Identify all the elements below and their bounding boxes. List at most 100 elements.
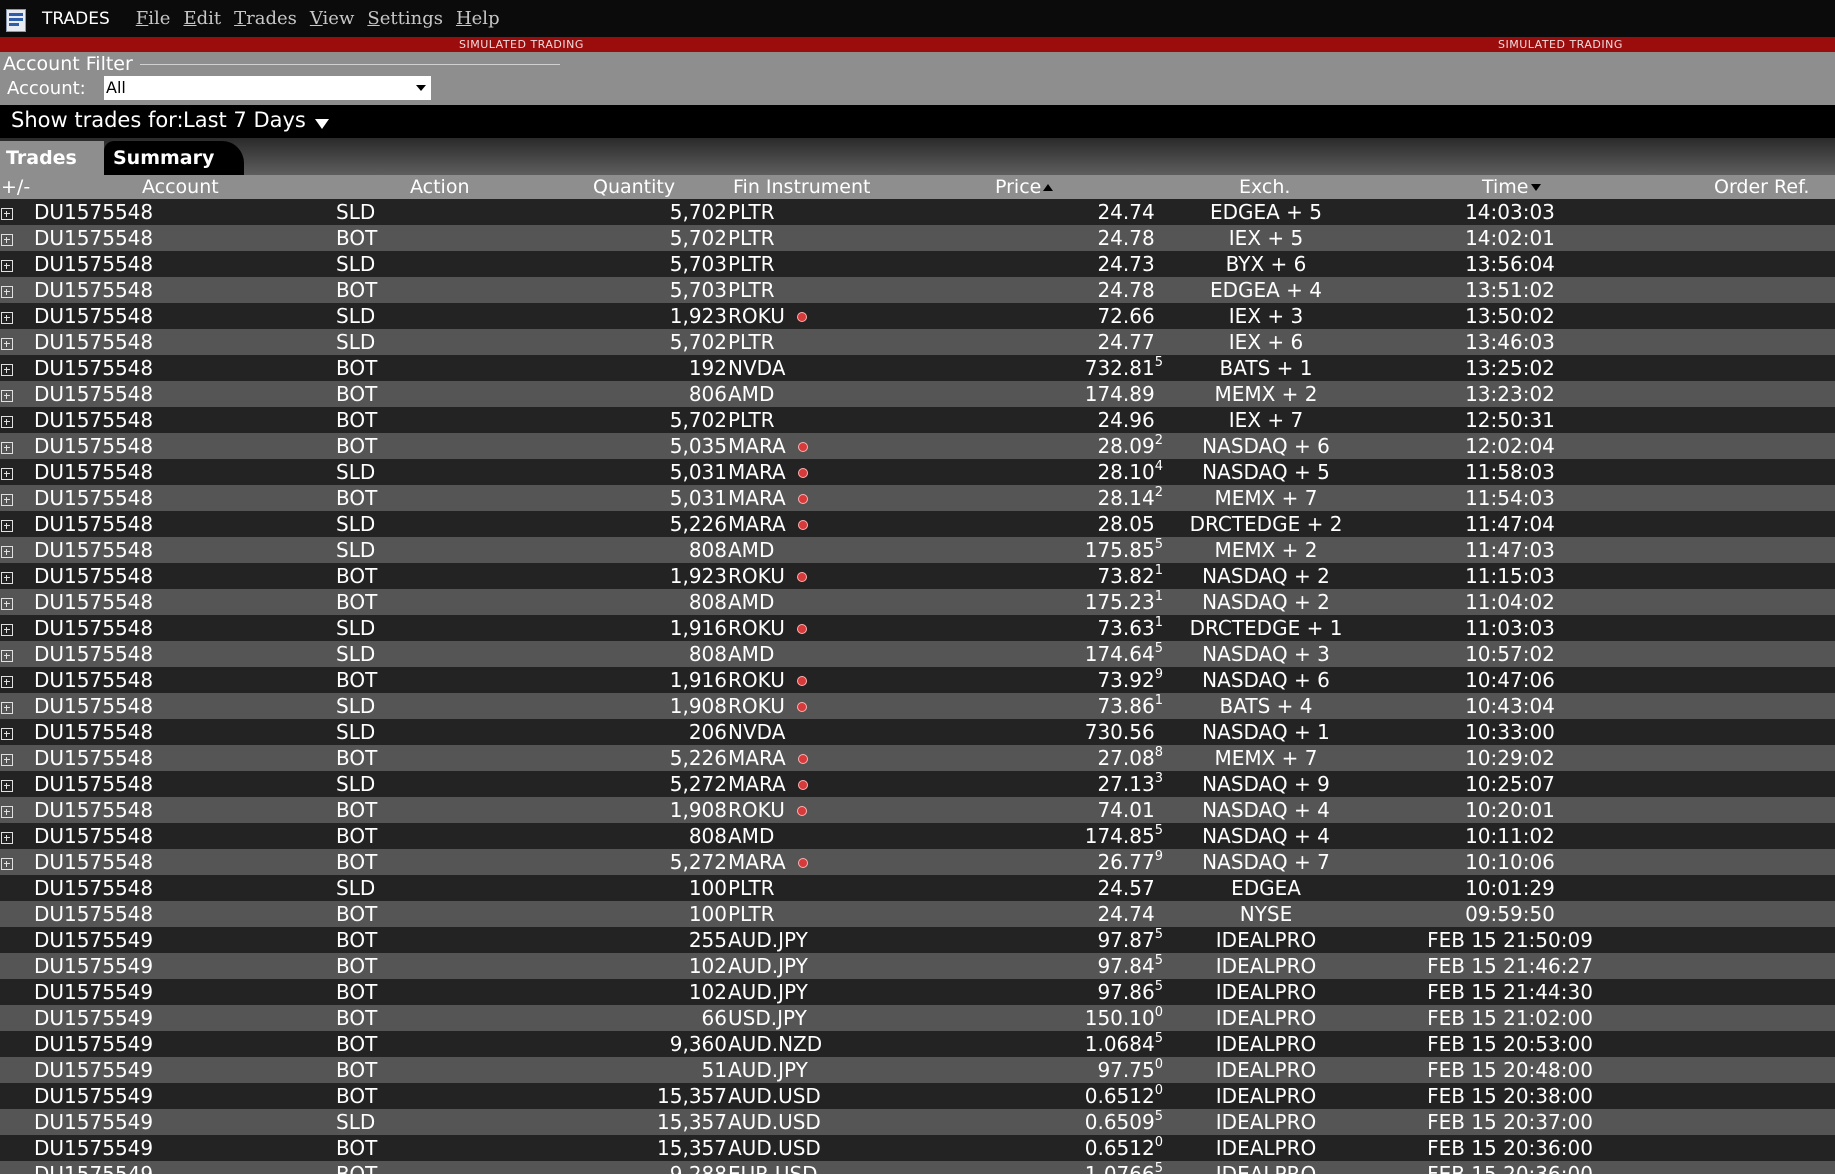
expand-plus-icon[interactable]	[1, 494, 13, 506]
expand-cell[interactable]	[1, 745, 15, 771]
expand-plus-icon[interactable]	[1, 806, 13, 818]
menu-help[interactable]: Help	[456, 8, 500, 29]
menu-settings[interactable]: Settings	[367, 8, 443, 29]
table-row[interactable]: DU1575549 SLD 15,357 AUD.USD 0.65095 IDEALPRO…	[0, 1109, 1835, 1135]
column-price[interactable]: Price	[995, 175, 1054, 199]
expand-cell[interactable]	[1, 537, 15, 563]
table-row[interactable]: DU1575548 SLD 100PLTR 24.570 EDGEA 10:01:29	[0, 875, 1835, 901]
expand-cell[interactable]	[1, 771, 15, 797]
expand-plus-icon[interactable]	[1, 468, 13, 480]
expand-plus-icon[interactable]	[1, 442, 13, 454]
expand-plus-icon[interactable]	[1, 780, 13, 792]
tab-summary[interactable]: Summary	[104, 141, 244, 175]
table-row[interactable]: DU1575548 BOT 5,703PLTR 24.780 EDGEA + 4 13:5…	[0, 277, 1835, 303]
expand-cell[interactable]	[1, 849, 15, 875]
expand-cell[interactable]	[1, 797, 15, 823]
column-exchange[interactable]: Exch.	[1239, 175, 1290, 199]
expand-plus-icon[interactable]	[1, 650, 13, 662]
table-row[interactable]: DU1575549 BOT 51 AUD.JPY 97.750 IDEALPRO FEB 1…	[0, 1057, 1835, 1083]
expand-plus-icon[interactable]	[1, 754, 13, 766]
table-row[interactable]: DU1575548 SLD 1,916 ROKU 73.631 DRCTEDGE + 1 1…	[0, 615, 1835, 641]
table-row[interactable]: DU1575548 BOT 5,031 MARA 28.142 MEMX + 7 11:54…	[0, 485, 1835, 511]
tab-trades[interactable]: Trades	[0, 141, 104, 175]
expand-cell[interactable]	[1, 823, 15, 849]
expand-cell[interactable]	[1, 667, 15, 693]
column-quantity[interactable]: Quantity	[593, 175, 675, 199]
table-row[interactable]: DU1575548 BOT 1,908ROKU 74.010 NASDAQ + 4 10:…	[0, 797, 1835, 823]
table-row[interactable]: DU1575549 BOT 102 AUD.JPY 97.865 IDEALPRO FEB …	[0, 979, 1835, 1005]
expand-plus-icon[interactable]	[1, 208, 13, 220]
expand-plus-icon[interactable]	[1, 260, 13, 272]
table-row[interactable]: DU1575548 SLD 5,703PLTR 24.730 BYX + 6 13:56:…	[0, 251, 1835, 277]
expand-plus-icon[interactable]	[1, 338, 13, 350]
account-select[interactable]: All	[104, 76, 431, 100]
expand-cell[interactable]	[1, 407, 15, 433]
table-row[interactable]: DU1575548 SLD 808 AMD 174.645 NASDAQ + 3 10:57…	[0, 641, 1835, 667]
expand-cell[interactable]	[1, 641, 15, 667]
table-row[interactable]: DU1575548 BOT 5,702PLTR 24.960 IEX + 7 12:50:…	[0, 407, 1835, 433]
table-row[interactable]: DU1575549 BOT 9,360 AUD.NZD 1.06845 IDEALPRO F…	[0, 1031, 1835, 1057]
column-time[interactable]: Time	[1482, 175, 1541, 199]
column-fin-instrument[interactable]: Fin Instrument	[733, 175, 870, 199]
table-row[interactable]: DU1575548 BOT 5,226 MARA 27.088 MEMX + 7 10:29…	[0, 745, 1835, 771]
expand-plus-icon[interactable]	[1, 858, 13, 870]
expand-plus-icon[interactable]	[1, 572, 13, 584]
table-row[interactable]: DU1575548 BOT 5,702PLTR 24.780 IEX + 5 14:02:…	[0, 225, 1835, 251]
table-row[interactable]: DU1575549 BOT 102 AUD.JPY 97.845 IDEALPRO FEB …	[0, 953, 1835, 979]
table-row[interactable]: DU1575548 BOT 192 NVDA 732.815 BATS + 1 13:25:…	[0, 355, 1835, 381]
table-row[interactable]: DU1575548 SLD 808 AMD 175.855 MEMX + 2 11:47:0…	[0, 537, 1835, 563]
expand-cell[interactable]	[1, 433, 15, 459]
table-row[interactable]: DU1575548 BOT 1,923 ROKU 73.821 NASDAQ + 2 11:…	[0, 563, 1835, 589]
expand-plus-icon[interactable]	[1, 702, 13, 714]
expand-cell[interactable]	[1, 329, 15, 355]
table-row[interactable]: DU1575549 BOT 15,357 AUD.USD 0.65120 IDEALPRO…	[0, 1083, 1835, 1109]
expand-cell[interactable]	[1, 251, 15, 277]
table-row[interactable]: DU1575548 BOT 1,916 ROKU 73.929 NASDAQ + 6 10:…	[0, 667, 1835, 693]
expand-cell[interactable]	[1, 199, 15, 225]
expand-cell[interactable]	[1, 563, 15, 589]
table-row[interactable]: DU1575549 BOT 255 AUD.JPY 97.875 IDEALPRO FEB …	[0, 927, 1835, 953]
expand-plus-icon[interactable]	[1, 234, 13, 246]
menu-trades[interactable]: Trades	[234, 8, 297, 29]
table-row[interactable]: DU1575548 SLD 5,226MARA 28.050 DRCTEDGE + 2 1…	[0, 511, 1835, 537]
expand-plus-icon[interactable]	[1, 832, 13, 844]
column-action[interactable]: Action	[410, 175, 470, 199]
column-order-ref[interactable]: Order Ref.	[1714, 175, 1809, 199]
expand-plus-icon[interactable]	[1, 546, 13, 558]
column-expand[interactable]: +/-	[1, 175, 30, 199]
table-row[interactable]: DU1575548 BOT 5,035 MARA 28.092 NASDAQ + 6 12:…	[0, 433, 1835, 459]
caret-down-icon[interactable]	[315, 119, 329, 129]
expand-plus-icon[interactable]	[1, 390, 13, 402]
expand-plus-icon[interactable]	[1, 286, 13, 298]
expand-cell[interactable]	[1, 303, 15, 329]
expand-cell[interactable]	[1, 719, 15, 745]
expand-cell[interactable]	[1, 459, 15, 485]
expand-plus-icon[interactable]	[1, 598, 13, 610]
expand-cell[interactable]	[1, 225, 15, 251]
table-row[interactable]: DU1575548 BOT 808 AMD 174.855 NASDAQ + 4 10:11…	[0, 823, 1835, 849]
table-row[interactable]: DU1575548 SLD 5,031 MARA 28.104 NASDAQ + 5 11:…	[0, 459, 1835, 485]
table-row[interactable]: DU1575548 BOT 806AMD 174.890 MEMX + 2 13:23:0…	[0, 381, 1835, 407]
table-row[interactable]: DU1575549 BOT 15,357 AUD.USD 0.65120 IDEALPRO…	[0, 1135, 1835, 1161]
expand-plus-icon[interactable]	[1, 416, 13, 428]
expand-cell[interactable]	[1, 355, 15, 381]
table-row[interactable]: DU1575549 BOT 9,288 EUR.USD 1.07665 IDEALPRO F…	[0, 1161, 1835, 1174]
column-account[interactable]: Account	[142, 175, 219, 199]
expand-cell[interactable]	[1, 277, 15, 303]
table-row[interactable]: DU1575548 SLD 5,702PLTR 24.770 IEX + 6 13:46:…	[0, 329, 1835, 355]
menu-file[interactable]: File	[136, 8, 171, 29]
table-row[interactable]: DU1575549 BOT 66 USD.JPY 150.100 IDEALPRO FEB …	[0, 1005, 1835, 1031]
expand-cell[interactable]	[1, 511, 15, 537]
menu-edit[interactable]: Edit	[183, 8, 221, 29]
expand-plus-icon[interactable]	[1, 728, 13, 740]
table-row[interactable]: DU1575548 SLD 5,272 MARA 27.133 NASDAQ + 9 10:…	[0, 771, 1835, 797]
expand-cell[interactable]	[1, 693, 15, 719]
table-row[interactable]: DU1575548 SLD 1,908 ROKU 73.861 BATS + 4 10:43…	[0, 693, 1835, 719]
table-row[interactable]: DU1575548 SLD 206NVDA 730.560 NASDAQ + 1 10:3…	[0, 719, 1835, 745]
expand-cell[interactable]	[1, 485, 15, 511]
show-trades-period-dropdown[interactable]: Last 7 Days	[183, 108, 306, 132]
expand-cell[interactable]	[1, 615, 15, 641]
table-row[interactable]: DU1575548 BOT 5,272 MARA 26.779 NASDAQ + 7 10:…	[0, 849, 1835, 875]
expand-plus-icon[interactable]	[1, 624, 13, 636]
table-row[interactable]: DU1575548 BOT 808 AMD 175.231 NASDAQ + 2 11:04…	[0, 589, 1835, 615]
